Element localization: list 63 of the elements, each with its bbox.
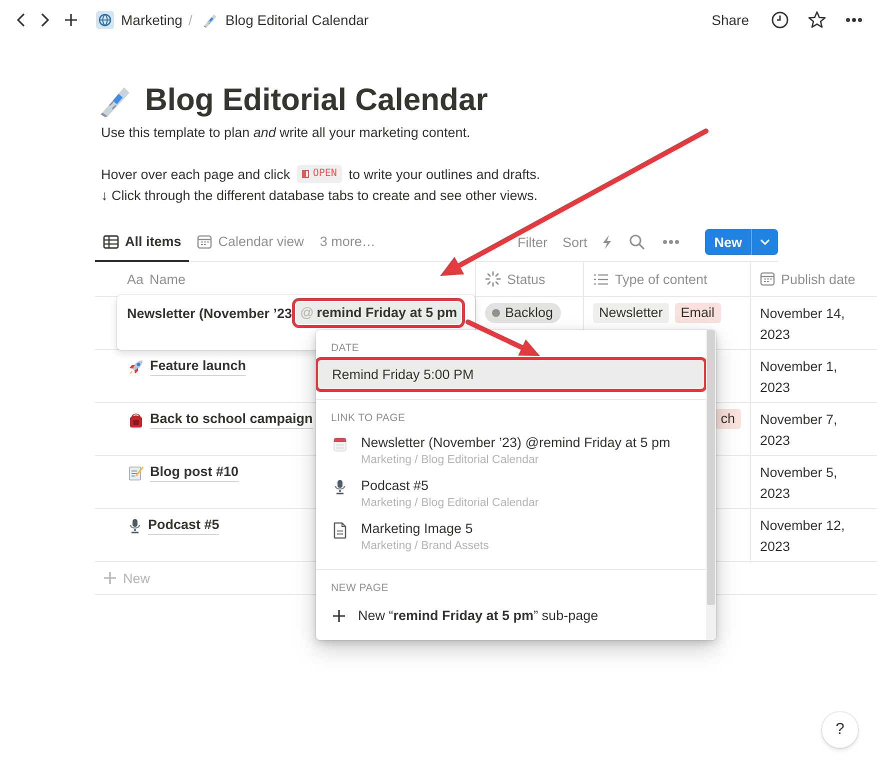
globe-icon bbox=[96, 11, 114, 29]
caret-icon bbox=[760, 239, 770, 245]
more-icon[interactable] bbox=[845, 17, 863, 23]
page-path: Marketing / Blog Editorial Calendar bbox=[361, 453, 540, 468]
clock-icon[interactable] bbox=[771, 11, 789, 29]
page-option[interactable]: Podcast #5 bbox=[361, 476, 539, 495]
table-cell-text: November 14, 2023 bbox=[760, 305, 846, 344]
status-icon bbox=[485, 271, 501, 287]
microphone-icon bbox=[128, 518, 142, 534]
help-button[interactable]: ? bbox=[822, 712, 858, 748]
page-link[interactable]: Feature launch bbox=[150, 357, 246, 376]
back-icon[interactable] bbox=[16, 12, 26, 28]
breadcrumb-separator: / bbox=[188, 12, 192, 28]
table-cell-text: November 1, 2023 bbox=[760, 358, 838, 397]
table-cell-text: November 7, 2023 bbox=[760, 411, 838, 450]
breadcrumb-link[interactable]: Blog Editorial Calendar bbox=[198, 10, 373, 30]
page-link[interactable]: Blog post #10 bbox=[150, 463, 239, 482]
plus-icon[interactable] bbox=[332, 608, 346, 622]
content-tag: ch bbox=[714, 409, 741, 429]
list-icon bbox=[593, 272, 609, 286]
status-tag: Backlog bbox=[485, 303, 562, 323]
star-icon[interactable] bbox=[807, 10, 827, 30]
calendar-icon bbox=[760, 272, 775, 286]
page-path: Marketing / Blog Editorial Calendar bbox=[361, 496, 539, 511]
new-page-option[interactable]: New “remind Friday at 5 pm” sub-page bbox=[358, 608, 598, 623]
hint-text: ↓ Click through the different database tabs to create and see other views. bbox=[101, 187, 539, 205]
memo-icon bbox=[128, 465, 144, 481]
page-path: Marketing / Brand Assets bbox=[361, 539, 489, 554]
calendar-icon bbox=[333, 436, 347, 452]
view-tab[interactable]: All items bbox=[95, 223, 190, 262]
content-tag: Newsletter bbox=[593, 303, 669, 323]
intro-text: Use this template to plan and write all your marketing content. bbox=[101, 124, 472, 142]
hint-text: Hover over each page and click bbox=[101, 167, 290, 182]
page-link[interactable]: Podcast #5 bbox=[148, 516, 220, 535]
page-icon bbox=[333, 522, 347, 539]
search-icon[interactable] bbox=[629, 234, 646, 250]
breadcrumb-link[interactable]: Marketing bbox=[92, 9, 186, 31]
page-link[interactable]: Back to school campaign bbox=[150, 410, 313, 429]
open-badge: OPEN bbox=[296, 165, 342, 183]
mention-chip[interactable]: @ remind Friday at 5 pm bbox=[296, 302, 462, 324]
table-icon bbox=[103, 234, 119, 248]
text-type-icon: Aa bbox=[127, 272, 144, 286]
page-option[interactable]: Marketing Image 5 bbox=[361, 519, 489, 538]
section-heading: NEW PAGE bbox=[330, 581, 390, 596]
table-cell-text: November 5, 2023 bbox=[760, 464, 838, 503]
section-heading: DATE bbox=[330, 341, 360, 356]
section-heading: LINK TO PAGE bbox=[330, 411, 406, 426]
share-button[interactable]: Share bbox=[712, 12, 749, 28]
page-option[interactable]: Newsletter (November ’23) @remind Friday at 5 pm bbox=[361, 433, 670, 452]
rolled-newspaper-icon bbox=[202, 12, 218, 28]
table-cell-text: November 12, 2023 bbox=[760, 517, 846, 556]
lightning-icon[interactable] bbox=[602, 234, 612, 250]
content-tag: Email bbox=[674, 303, 721, 323]
microphone-icon bbox=[333, 479, 347, 495]
scrollbar[interactable] bbox=[706, 330, 716, 640]
rocket-icon bbox=[128, 359, 144, 375]
date-option[interactable]: Remind Friday 5:00 PM bbox=[318, 360, 704, 389]
calendar-icon bbox=[197, 234, 212, 248]
plus-icon[interactable] bbox=[64, 13, 78, 27]
forward-icon[interactable] bbox=[40, 12, 50, 28]
page-title: Blog Editorial Calendar bbox=[145, 81, 488, 119]
hint-text: to write your outlines and drafts. bbox=[348, 167, 540, 182]
backpack-icon bbox=[128, 412, 144, 428]
